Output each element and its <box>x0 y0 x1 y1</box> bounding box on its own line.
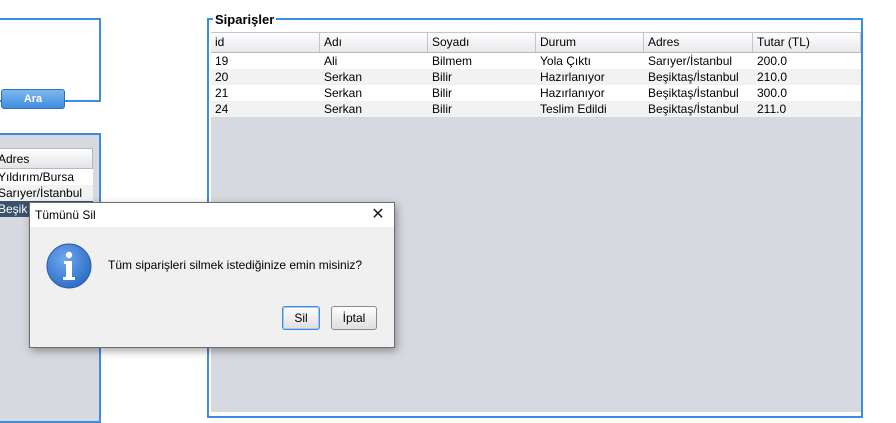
close-icon[interactable]: ✕ <box>368 205 388 225</box>
cell-soyadi: Bilir <box>432 86 452 100</box>
search-panel: Ara <box>0 18 101 109</box>
dialog-message: Tüm siparişleri silmek istediğinize emin… <box>108 258 363 272</box>
cell-soyadi: Bilmem <box>432 54 473 68</box>
column-header-durum[interactable]: Durum <box>536 32 644 52</box>
column-header-adres[interactable]: Adres <box>644 32 753 52</box>
delete-confirm-button[interactable]: Sil <box>282 306 320 330</box>
table-row[interactable]: Yıldırım/Bursa <box>0 169 93 185</box>
cell-id: 19 <box>215 54 229 68</box>
cell-id: 21 <box>215 86 229 100</box>
cell-durum: Yola Çıktı <box>540 54 591 68</box>
column-header-tutar[interactable]: Tutar (TL) <box>753 32 861 52</box>
cell-adres: Sarıyer/İstanbul <box>648 54 733 68</box>
cell-tutar: 211.0 <box>757 102 787 116</box>
cancel-button[interactable]: İptal <box>331 306 377 330</box>
table-row[interactable]: Sarıyer/İstanbul <box>0 185 93 201</box>
cell-durum: Hazırlanıyor <box>540 86 605 100</box>
cell-tutar: 300.0 <box>757 86 788 100</box>
table-row[interactable]: 20 Serkan Bilir Hazırlanıyor Beşiktaş/İs… <box>211 69 861 85</box>
dialog-title: Tümünü Sil <box>35 208 96 222</box>
cell-adi: Serkan <box>324 70 363 84</box>
cell-adi: Ali <box>324 54 338 68</box>
column-header-adres[interactable]: Adres <box>0 148 93 169</box>
cell-adi: Serkan <box>324 86 363 100</box>
cell-soyadi: Bilir <box>432 70 452 84</box>
table-row[interactable]: 19 Ali Bilmem Yola Çıktı Sarıyer/İstanbu… <box>211 53 861 69</box>
orders-table-header: id Adı Soyadı Durum Adres Tutar (TL) <box>211 32 861 53</box>
cell-id: 24 <box>215 102 229 116</box>
cell-durum: Teslim Edildi <box>540 102 607 116</box>
confirm-delete-dialog: Tümünü Sil ✕ Tüm siparişleri silmek iste… <box>29 202 395 348</box>
cell-adres: Beşiktaş/İstanbul <box>648 102 739 116</box>
cell-adres: Beşiktaş/İstanbul <box>648 86 739 100</box>
column-header-adi[interactable]: Adı <box>320 32 428 52</box>
table-row[interactable]: 21 Serkan Bilir Hazırlanıyor Beşiktaş/İs… <box>211 85 861 101</box>
cell-adi: Serkan <box>324 102 363 116</box>
orders-title: Siparişler <box>213 12 277 27</box>
cell-tutar: 210.0 <box>757 70 788 84</box>
info-icon <box>46 243 92 289</box>
table-row[interactable]: 24 Serkan Bilir Teslim Edildi Beşiktaş/İ… <box>211 101 861 117</box>
cell-id: 20 <box>215 70 229 84</box>
cell-durum: Hazırlanıyor <box>540 70 605 84</box>
cell-soyadi: Bilir <box>432 102 452 116</box>
dialog-titlebar[interactable]: Tümünü Sil ✕ <box>30 203 394 227</box>
search-button[interactable]: Ara <box>1 89 65 109</box>
column-header-soyadi[interactable]: Soyadı <box>428 32 536 52</box>
cell-tutar: 200.0 <box>757 54 788 68</box>
cell-adres: Beşiktaş/İstanbul <box>648 70 739 84</box>
column-header-id[interactable]: id <box>211 32 320 52</box>
